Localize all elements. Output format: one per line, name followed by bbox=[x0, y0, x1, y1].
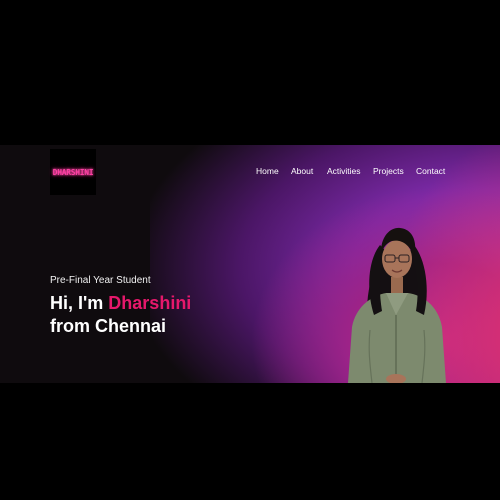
profile-photo bbox=[348, 227, 446, 383]
hero-location: from Chennai bbox=[50, 316, 167, 336]
greeting-prefix: Hi, I'm bbox=[50, 293, 109, 313]
nav-projects[interactable]: Projects bbox=[373, 166, 404, 176]
hero-subtitle: Pre-Final Year Student bbox=[50, 275, 151, 286]
hero-name: Dharshini bbox=[108, 293, 192, 313]
nav-about[interactable]: About bbox=[291, 166, 313, 176]
main-nav: Home About Activities Projects Contact bbox=[0, 166, 500, 178]
hero-headline: Hi, I'm Dharshini from Chennai bbox=[50, 292, 191, 338]
nav-home[interactable]: Home bbox=[256, 166, 279, 176]
nav-contact[interactable]: Contact bbox=[416, 166, 445, 176]
nav-activities[interactable]: Activities bbox=[327, 166, 361, 176]
